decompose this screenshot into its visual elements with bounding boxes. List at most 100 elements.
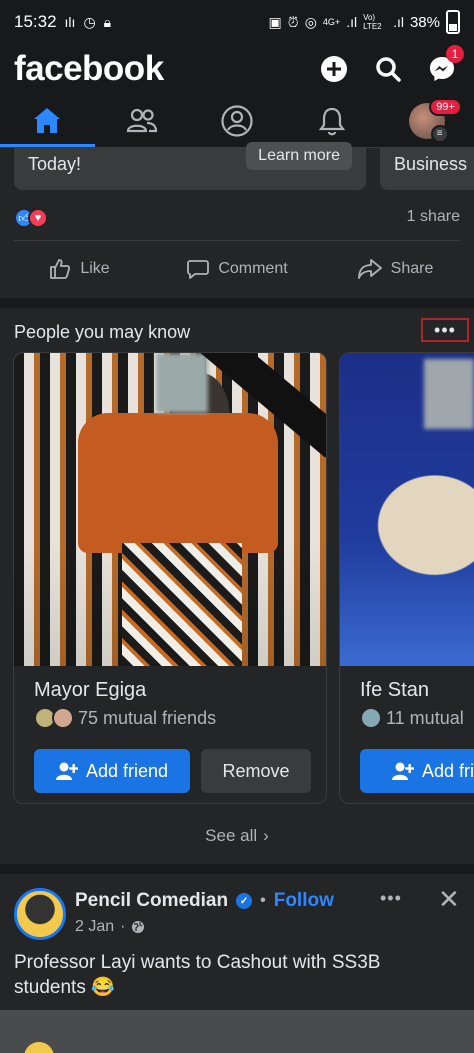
learn-more-button[interactable]: Learn more — [246, 142, 352, 170]
photo-figure — [78, 413, 278, 553]
add-friend-label: Add friend — [85, 760, 169, 781]
mutual-friends-count: 75 mutual friends — [78, 707, 217, 728]
divider — [14, 240, 460, 241]
ad-card-text: Today! — [28, 154, 82, 174]
mutual-avatar — [52, 707, 74, 729]
add-person-icon — [55, 762, 78, 780]
like-label: Like — [80, 260, 110, 277]
battery-percent: 38% — [409, 13, 440, 31]
pymk-more-button[interactable]: ••• — [421, 318, 469, 342]
remove-button[interactable]: Remove — [201, 749, 311, 793]
lock-icon: 🔒︎ — [103, 13, 112, 30]
mutual-friends-count-2: 11 mutual — [386, 707, 464, 728]
messenger-badge: 1 — [446, 45, 464, 63]
facebook-logo[interactable]: facebook — [14, 49, 164, 89]
tab-profile[interactable] — [190, 94, 285, 147]
battery-icon — [446, 10, 460, 34]
blurred-face — [156, 353, 208, 413]
share-count[interactable]: 1 share — [407, 208, 460, 226]
share-icon — [357, 259, 382, 279]
photo-figure-legs — [122, 543, 242, 666]
vpn-icon: ▣ — [268, 13, 282, 30]
see-all-link[interactable]: See all › — [0, 826, 474, 846]
status-time: 15:32 — [14, 12, 57, 31]
feed-post-partial: Today! Learn more Business 👍︎ ♥ 1 share … — [0, 142, 474, 298]
suggestion-photo-2[interactable] — [340, 353, 474, 666]
media-thumbnail — [24, 1042, 54, 1053]
hotspot-icon: ◎ — [304, 13, 317, 30]
love-reaction-icon: ♥ — [28, 208, 48, 228]
main-nav: ≡ 99+ — [0, 94, 474, 148]
suggestion-name[interactable]: Mayor Egiga — [34, 679, 146, 702]
verified-badge-icon: ✓ — [236, 893, 253, 909]
network-type-volte: Vo) LTE2 — [363, 13, 382, 31]
reaction-summary[interactable]: 👍︎ ♥ — [14, 208, 48, 228]
people-you-may-know: People you may know ••• Mayor Egiga 75 m… — [0, 308, 474, 864]
mutual-friends-2: 11 mutual — [360, 707, 464, 729]
status-bar: 15:32 ılı ◷ 🔒︎ ▣ ⏰︎ ◎ 4G+ .ıl Vo) LTE2 .… — [0, 0, 474, 44]
post-date[interactable]: 2 Jan — [75, 918, 114, 936]
share-label: Share — [390, 260, 434, 277]
home-icon — [34, 107, 61, 133]
messenger-button[interactable]: 1 — [424, 45, 464, 87]
add-friend-label-2: Add frie — [421, 760, 474, 781]
thumbs-up-icon — [50, 259, 71, 279]
see-all-label: See all — [205, 826, 258, 845]
add-friend-button[interactable]: Add friend — [34, 749, 190, 793]
comment-button[interactable]: Comment — [158, 246, 316, 292]
profile-icon — [221, 104, 253, 137]
hide-post-button[interactable]: ✕ — [438, 884, 460, 915]
separator-dot: • — [260, 892, 266, 909]
app-header: facebook 1 — [0, 44, 474, 94]
ad-carousel-card-2[interactable]: Business — [380, 148, 474, 190]
author-avatar[interactable] — [14, 888, 66, 940]
post-meta: 2 Jan · — [75, 918, 145, 936]
suggestion-photo[interactable] — [14, 353, 326, 666]
feed-post: Pencil Comedian ✓ • Follow 2 Jan · ••• ✕… — [0, 874, 474, 1053]
post-header: Pencil Comedian ✓ • Follow — [75, 890, 334, 912]
network-type-4g: 4G+ — [322, 17, 341, 27]
tab-home[interactable] — [0, 94, 95, 147]
blurred-face — [424, 359, 474, 429]
add-person-icon — [391, 762, 414, 780]
author-name[interactable]: Pencil Comedian — [75, 890, 228, 912]
post-text: Professor Layi wants to Cashout with SS3… — [14, 952, 381, 998]
feed-separator — [0, 298, 474, 308]
add-friend-button-2[interactable]: Add frie — [360, 749, 474, 793]
follow-button[interactable]: Follow — [274, 890, 334, 912]
tab-friends[interactable] — [95, 94, 190, 147]
signal-icon-2: .ıl — [393, 14, 404, 30]
hamburger-icon: ≡ — [430, 124, 449, 143]
comment-icon — [187, 260, 210, 279]
plus-icon — [321, 56, 347, 82]
post-media[interactable] — [0, 1010, 474, 1053]
ad-carousel-card[interactable]: Today! Learn more — [14, 142, 366, 190]
suggestion-name-2[interactable]: Ife Stan — [360, 679, 429, 702]
mutual-avatar — [360, 707, 382, 729]
bell-icon — [318, 107, 345, 135]
like-button[interactable]: Like — [0, 246, 158, 292]
share-button[interactable]: Share — [316, 246, 474, 292]
search-icon — [376, 57, 401, 82]
comment-label: Comment — [218, 260, 288, 277]
create-button[interactable] — [316, 51, 352, 87]
clock-icon: ◷ — [83, 13, 96, 30]
signal-bars-icon: ılı — [64, 14, 76, 30]
signal-icon: .ıl — [346, 14, 358, 30]
post-actions: Like Comment Share — [0, 246, 474, 292]
ad-card-text-2: Business — [394, 154, 468, 174]
tab-notifications[interactable] — [284, 94, 379, 147]
tab-menu[interactable]: ≡ 99+ — [379, 94, 474, 147]
post-more-button[interactable]: ••• — [380, 888, 402, 909]
menu-badge: 99+ — [429, 98, 462, 116]
friend-suggestion-card[interactable]: Mayor Egiga 75 mutual friends Add friend… — [13, 352, 327, 804]
feed-separator — [0, 864, 474, 874]
pymk-title: People you may know — [14, 322, 191, 342]
globe-icon — [132, 921, 145, 933]
mutual-friends: 75 mutual friends — [34, 707, 216, 729]
friend-suggestion-card-2[interactable]: Ife Stan 11 mutual Add frie — [339, 352, 474, 804]
search-button[interactable] — [370, 51, 406, 87]
friends-icon — [127, 108, 158, 132]
alarm-icon: ⏰︎ — [287, 13, 299, 30]
separator-dot: · — [120, 918, 126, 935]
